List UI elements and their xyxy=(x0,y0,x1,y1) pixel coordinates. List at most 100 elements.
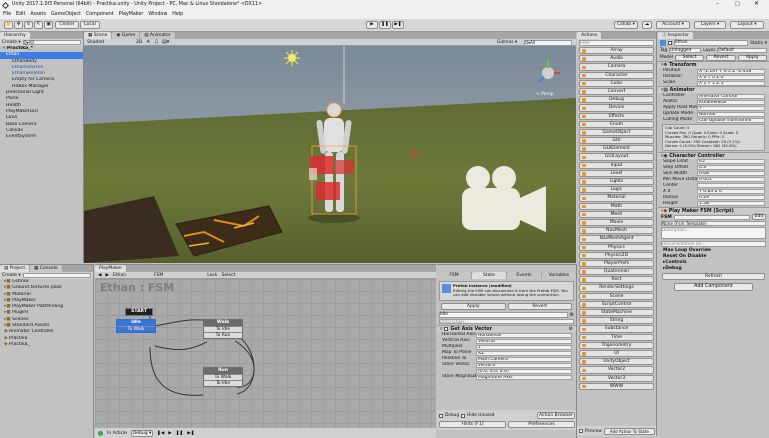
hand-tool-icon[interactable]: ✋ xyxy=(4,21,13,29)
layers-dropdown[interactable]: Layers ▾ xyxy=(694,21,726,29)
hierarchy-item[interactable]: EventSystem xyxy=(0,134,83,140)
fsm-doc-url-field[interactable]: Documentation Url... xyxy=(661,241,766,247)
action-category[interactable]: Substance xyxy=(579,325,654,333)
action-category[interactable]: Movie xyxy=(579,218,654,227)
hierarchy-tab[interactable]: Hierarchy xyxy=(0,32,30,39)
fsm-revert-button[interactable]: Revert xyxy=(507,302,572,310)
action-category[interactable]: Convert xyxy=(579,87,654,96)
graph-canvas[interactable]: Ethan : FSM START Idle To Walk Walk To I… xyxy=(95,279,436,428)
property-value[interactable]: Y 0.83 Z 0 xyxy=(697,189,765,195)
play-button[interactable]: ▶ xyxy=(366,21,378,29)
action-category[interactable]: Camera xyxy=(579,63,654,71)
select-button[interactable]: Select xyxy=(222,273,236,278)
property-value[interactable]: 0.001 xyxy=(697,177,765,183)
fsm-edit-button[interactable]: Edit xyxy=(752,214,766,221)
fsm-apply-button[interactable]: Apply xyxy=(441,302,506,310)
property-value[interactable]: 1 xyxy=(476,344,572,350)
action-category[interactable]: UI xyxy=(579,349,654,358)
property-value[interactable]: Normal xyxy=(697,111,765,117)
tab-events[interactable]: Events xyxy=(507,272,541,279)
hints-button[interactable]: Hints [F1] xyxy=(439,421,506,428)
rotate-tool-icon[interactable]: ↻ xyxy=(24,21,33,29)
add-component-button[interactable]: Add Component xyxy=(674,282,753,291)
actions-search-input[interactable]: Filter xyxy=(579,40,654,46)
layout-dropdown[interactable]: Layout ▾ xyxy=(730,21,764,29)
action-category[interactable]: ScriptControl xyxy=(579,300,654,308)
property-value[interactable]: X -1.147 Y 0.5 Z -2.418 xyxy=(697,68,765,74)
tab-state[interactable]: State xyxy=(472,272,506,279)
action-category[interactable]: Trigonometry xyxy=(579,341,654,349)
debug-foldout[interactable]: ▸ Debug xyxy=(658,266,769,272)
scale-tool-icon[interactable]: ⇱ xyxy=(34,21,43,29)
menu-item[interactable]: PlayMaker xyxy=(119,11,144,19)
action-category[interactable]: Level xyxy=(579,169,654,177)
action-category[interactable]: Input xyxy=(579,161,654,169)
action-category[interactable]: GUI xyxy=(579,137,654,145)
transition-event[interactable]: To Walk xyxy=(117,326,155,332)
action-category[interactable]: Quaternion xyxy=(579,268,654,276)
action-category[interactable]: Lights xyxy=(579,178,654,186)
refresh-button[interactable]: Refresh xyxy=(662,272,765,280)
playmaker-fsm-header[interactable]: ▿◆ Play Maker FSM (Script) xyxy=(658,206,769,214)
pivot-center-toggle[interactable]: Center xyxy=(55,21,79,29)
effects-dropdown-icon[interactable]: ▤▾ xyxy=(162,39,169,46)
property-row[interactable]: Height 1.58 xyxy=(658,201,769,207)
action-category[interactable]: Enum xyxy=(579,120,654,128)
action-category[interactable]: Rect xyxy=(579,276,654,284)
scene-viewport[interactable]: < Persp xyxy=(84,46,576,263)
action-category[interactable]: Vector3 xyxy=(579,374,654,382)
property-value[interactable]: Vertical xyxy=(476,338,572,344)
action-category[interactable]: Color xyxy=(579,79,654,87)
scene-search-input[interactable]: Q▾All xyxy=(524,40,572,46)
in-article-checkbox[interactable] xyxy=(98,431,103,436)
breadcrumb-fsm[interactable]: FSM xyxy=(154,273,163,278)
action-category[interactable]: Vector2 xyxy=(579,366,654,374)
step-back-icon[interactable]: ❚◀ xyxy=(157,431,164,436)
action-category[interactable]: NavMesh xyxy=(579,227,654,235)
action-category[interactable]: WWW xyxy=(579,382,654,390)
create-dropdown[interactable]: Create ▾ xyxy=(2,40,21,45)
shading-mode-dropdown[interactable]: Shaded xyxy=(87,39,104,46)
state-idle[interactable]: Idle To Walk xyxy=(116,319,156,333)
action-category[interactable]: Debug xyxy=(579,96,654,104)
menu-item[interactable]: Component xyxy=(86,11,114,19)
state-walk[interactable]: Walk To Idle To Run xyxy=(203,319,243,339)
action-category[interactable]: Material xyxy=(579,194,654,202)
state-settings-icon[interactable]: ⚙ xyxy=(570,312,574,318)
active-checkbox[interactable] xyxy=(668,41,672,45)
property-value[interactable] xyxy=(697,183,765,189)
property-value[interactable]: 45 xyxy=(697,159,765,165)
hide-unused-checkbox[interactable] xyxy=(461,413,466,418)
move-tool-icon[interactable]: ✥ xyxy=(14,21,23,29)
tab-game[interactable]: ◉ Game xyxy=(112,32,140,39)
action-category[interactable]: GUIElement xyxy=(579,145,654,153)
action-browser-button[interactable]: Action Browser xyxy=(537,412,575,419)
property-value[interactable]: 0.3 xyxy=(697,165,765,171)
character-controller-header[interactable]: ▿◉ Character Controller xyxy=(658,151,769,159)
account-dropdown[interactable]: Account ▾ xyxy=(656,21,690,29)
add-action-to-state-button[interactable]: Add Action To State xyxy=(603,427,655,435)
fsm-name-field[interactable] xyxy=(673,214,750,221)
action-category[interactable]: Character xyxy=(579,71,654,79)
forward-arrow-icon[interactable]: ▶ xyxy=(105,273,108,278)
property-value[interactable]: 1.58 xyxy=(697,201,765,207)
collab-dropdown[interactable]: Collab ▾ xyxy=(614,21,638,29)
action-category[interactable]: String xyxy=(579,317,654,325)
prefab-apply-button[interactable]: Apply xyxy=(737,54,767,61)
back-arrow-icon[interactable]: ◀ xyxy=(98,273,101,278)
action-category[interactable]: UnityObject xyxy=(579,358,654,366)
property-value[interactable]: ✓ xyxy=(697,105,765,111)
2d-toggle[interactable]: 2D xyxy=(136,39,142,46)
menu-item[interactable]: File xyxy=(3,11,11,19)
layer-dropdown[interactable]: Default xyxy=(717,47,767,54)
property-value[interactable]: Cull Update Transforms xyxy=(697,117,765,123)
action-category[interactable]: GameObject xyxy=(579,128,654,137)
hierarchy-search-input[interactable]: Q▾All xyxy=(22,39,81,46)
property-value[interactable]: X 0 Y 0 Z 0 xyxy=(697,74,765,80)
menu-item[interactable]: Assets xyxy=(30,11,46,19)
gameobject-name-field[interactable]: Ethan xyxy=(674,40,749,46)
playmaker-tab[interactable]: PlayMaker xyxy=(95,265,127,272)
property-value[interactable]: vector3 xyxy=(476,362,572,368)
property-value[interactable]: EthanAvatar xyxy=(697,99,765,105)
actions-tab[interactable]: Actions xyxy=(577,32,602,39)
